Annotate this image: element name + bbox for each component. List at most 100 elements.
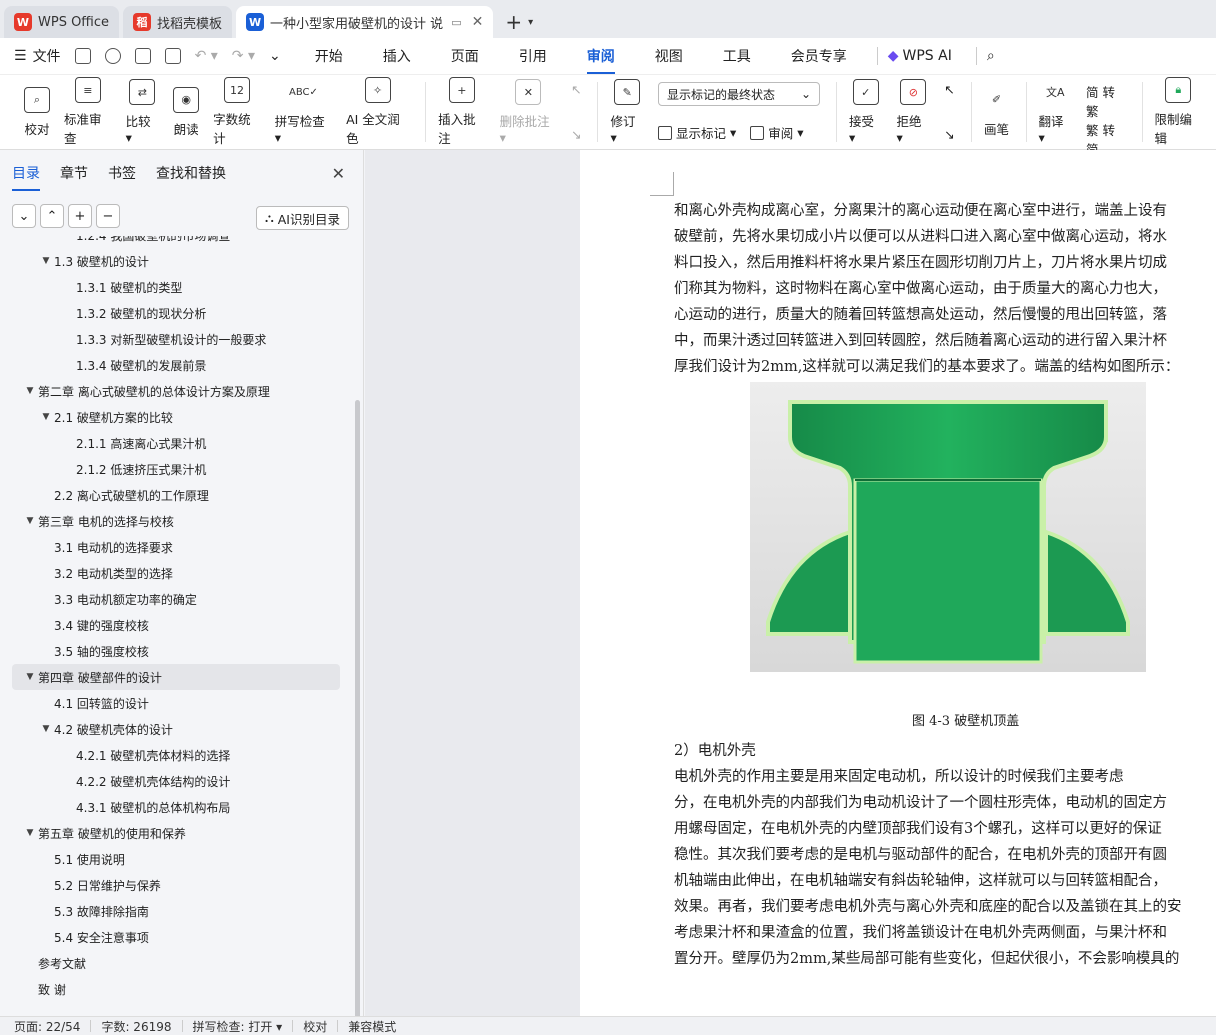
insert-comment-button[interactable]: + 插入批注 (438, 77, 486, 147)
ai-toc-button[interactable]: ⛬ AI识别目录 (255, 206, 349, 230)
chevron-down-icon[interactable]: ▾ (528, 17, 533, 28)
spell-check-status[interactable]: 拼写检查: 打开 ▾ (193, 1018, 283, 1035)
print-preview-icon[interactable] (164, 48, 181, 64)
toc-item[interactable]: 2.2 离心式破壁机的工作原理 (0, 482, 352, 508)
toc-item[interactable]: 2.1.1 高速离心式果汁机 (0, 430, 352, 456)
accept-button[interactable]: ✓ 接受 ▾ (849, 79, 883, 145)
show-markup-button[interactable]: 显示标记 ▾ (658, 123, 736, 142)
more-chevron-icon[interactable]: ⌄ (269, 48, 281, 64)
next-comment-icon[interactable]: ↘ (571, 127, 581, 142)
file-menu[interactable]: ☰ 文件 (14, 46, 61, 66)
redo-icon[interactable]: ↷ ▾ (232, 48, 255, 64)
toc-item[interactable]: 5.4 安全注意事项 (0, 924, 352, 950)
save-icon[interactable] (74, 48, 91, 64)
menu-tab-reference[interactable]: 引用 (519, 46, 547, 66)
translate-button[interactable]: 文A 翻译 ▾ (1038, 79, 1072, 145)
expand-arrow-icon[interactable]: ▼ (38, 412, 54, 422)
new-tab-button[interactable]: + ▾ (497, 6, 541, 38)
link-icon[interactable] (104, 48, 121, 64)
toc-item[interactable]: 3.2 电动机类型的选择 (0, 560, 352, 586)
close-icon[interactable]: ✕ (472, 14, 484, 30)
toc-item[interactable]: ▼ 第四章 破壁部件的设计 (12, 664, 340, 690)
toc-item[interactable]: ▼ 第五章 破壁机的使用和保养 (0, 820, 352, 846)
toc-item[interactable]: 1.3.4 破壁机的发展前景 (0, 352, 352, 378)
word-count-indicator[interactable]: 字数: 26198 (101, 1018, 171, 1035)
toc-item[interactable]: 5.2 日常维护与保养 (0, 872, 352, 898)
menu-tab-tools[interactable]: 工具 (723, 46, 751, 66)
toc-item[interactable]: 5.1 使用说明 (0, 846, 352, 872)
page-indicator[interactable]: 页面: 22/54 (14, 1018, 80, 1035)
toc-item[interactable]: 1.3.1 破壁机的类型 (0, 274, 352, 300)
toc-item[interactable]: 4.1 回转篮的设计 (0, 690, 352, 716)
proof-status[interactable]: 校对 (303, 1018, 327, 1035)
toc-item[interactable]: ▼ 4.2 破壁机壳体的设计 (0, 716, 352, 742)
add-level-icon[interactable]: + (68, 204, 92, 228)
toc-item[interactable]: 4.3.1 破壁机的总体机构布局 (0, 794, 352, 820)
tab-templates[interactable]: 稻 找稻壳模板 (123, 6, 233, 38)
review-pane-button[interactable]: 审阅 ▾ (750, 123, 804, 142)
toc-item[interactable]: 3.4 键的强度校核 (0, 612, 352, 638)
expand-arrow-icon[interactable]: ▼ (22, 386, 38, 396)
word-count-button[interactable]: 12 字数统计 (213, 77, 261, 147)
toc-item[interactable]: 致 谢 (0, 976, 352, 1002)
monitor-icon[interactable]: ▭ (451, 16, 461, 29)
toc-item[interactable]: 1.3.2 破壁机的现状分析 (0, 300, 352, 326)
toc-item[interactable]: 1.2.4 我国破壁机的市场调查 (0, 236, 352, 248)
toc-item[interactable]: ▼ 2.1 破壁机方案的比较 (0, 404, 352, 430)
menu-tab-insert[interactable]: 插入 (383, 46, 411, 66)
menu-tab-page[interactable]: 页面 (451, 46, 479, 66)
toc-item[interactable]: ▼ 1.3 破壁机的设计 (0, 248, 352, 274)
menu-tab-member[interactable]: 会员专享 (791, 46, 847, 66)
toc-item[interactable]: 4.2.1 破壁机壳体材料的选择 (0, 742, 352, 768)
toc-item[interactable]: 5.3 故障排除指南 (0, 898, 352, 924)
nav-tab-find-replace[interactable]: 查找和替换 (156, 163, 226, 183)
scrollbar[interactable] (355, 400, 360, 1020)
proofread-button[interactable]: ⌕ 校对 (24, 86, 50, 138)
markup-select[interactable]: 显示标记的最终状态 ⌄ (658, 82, 820, 106)
toc-item[interactable]: 3.1 电动机的选择要求 (0, 534, 352, 560)
menu-tab-start[interactable]: 开始 (315, 46, 343, 66)
remove-level-icon[interactable]: − (96, 204, 120, 228)
print-icon[interactable] (134, 48, 151, 64)
wps-ai-button[interactable]: ◆ WPS AI (888, 48, 952, 64)
reject-button[interactable]: ⊘ 拒绝 ▾ (897, 79, 931, 145)
toc-item[interactable]: 3.3 电动机额定功率的确定 (0, 586, 352, 612)
delete-comment-button[interactable]: ✕ 删除批注 ▾ (500, 79, 557, 145)
pen-button[interactable]: ✐ 画笔 (984, 87, 1010, 138)
expand-arrow-icon[interactable]: ▼ (22, 672, 38, 682)
toc-item[interactable]: ▼ 第三章 电机的选择与校核 (0, 508, 352, 534)
to-traditional-button[interactable]: 简 转繁 (1086, 82, 1125, 120)
search-icon[interactable]: ⌕ (987, 48, 995, 64)
previous-comment-icon[interactable]: ↖ (571, 82, 581, 97)
expand-arrow-icon[interactable]: ▼ (38, 256, 54, 266)
next-change-icon[interactable]: ↘ (944, 127, 954, 142)
expand-arrow-icon[interactable]: ▼ (22, 516, 38, 526)
collapse-down-icon[interactable]: ⌄ (12, 204, 36, 228)
spell-check-button[interactable]: ABC✓ 拼写检查 ▾ (275, 79, 332, 146)
toc-item[interactable]: ▼ 第二章 离心式破壁机的总体设计方案及原理 (0, 378, 352, 404)
expand-arrow-icon[interactable]: ▼ (22, 828, 38, 838)
menu-tab-review[interactable]: 审阅 (586, 46, 615, 74)
expand-arrow-icon[interactable]: ▼ (38, 724, 54, 734)
compare-button[interactable]: ⇄ 比较 ▾ (126, 79, 160, 145)
undo-icon[interactable]: ↶ ▾ (195, 48, 218, 64)
nav-tab-bookmarks[interactable]: 书签 (108, 163, 136, 183)
ai-polish-button[interactable]: ✧ AI 全文润色 (346, 77, 409, 147)
collapse-up-icon[interactable]: ⌃ (40, 204, 64, 228)
track-changes-button[interactable]: ✎ 修订 ▾ (610, 79, 644, 145)
toc-item[interactable]: 参考文献 (0, 950, 352, 976)
menu-tab-view[interactable]: 视图 (655, 46, 683, 66)
read-aloud-button[interactable]: ◉ 朗读 (173, 86, 200, 138)
nav-tab-sections[interactable]: 章节 (60, 163, 88, 183)
toc-item[interactable]: 4.2.2 破壁机壳体结构的设计 (0, 768, 352, 794)
standard-review-button[interactable]: ≡ 标准审查 (64, 77, 112, 147)
toc-item[interactable]: 2.1.2 低速挤压式果汁机 (0, 456, 352, 482)
tab-wps-office[interactable]: W WPS Office (4, 6, 120, 38)
nav-tab-toc[interactable]: 目录 (12, 163, 40, 191)
toc-item[interactable]: 1.3.3 对新型破壁机设计的一般要求 (0, 326, 352, 352)
close-icon[interactable]: ✕ (332, 164, 345, 183)
document-page[interactable]: 和离心外壳构成离心室，分离果汁的离心运动便在离心室中进行，端盖上设有 破壁前，先将… (580, 150, 1216, 1016)
toc-item[interactable]: 3.5 轴的强度校核 (0, 638, 352, 664)
tab-document[interactable]: W 一种小型家用破壁机的设计 说 ▭ ✕ (236, 6, 494, 38)
previous-change-icon[interactable]: ↖ (944, 82, 954, 97)
